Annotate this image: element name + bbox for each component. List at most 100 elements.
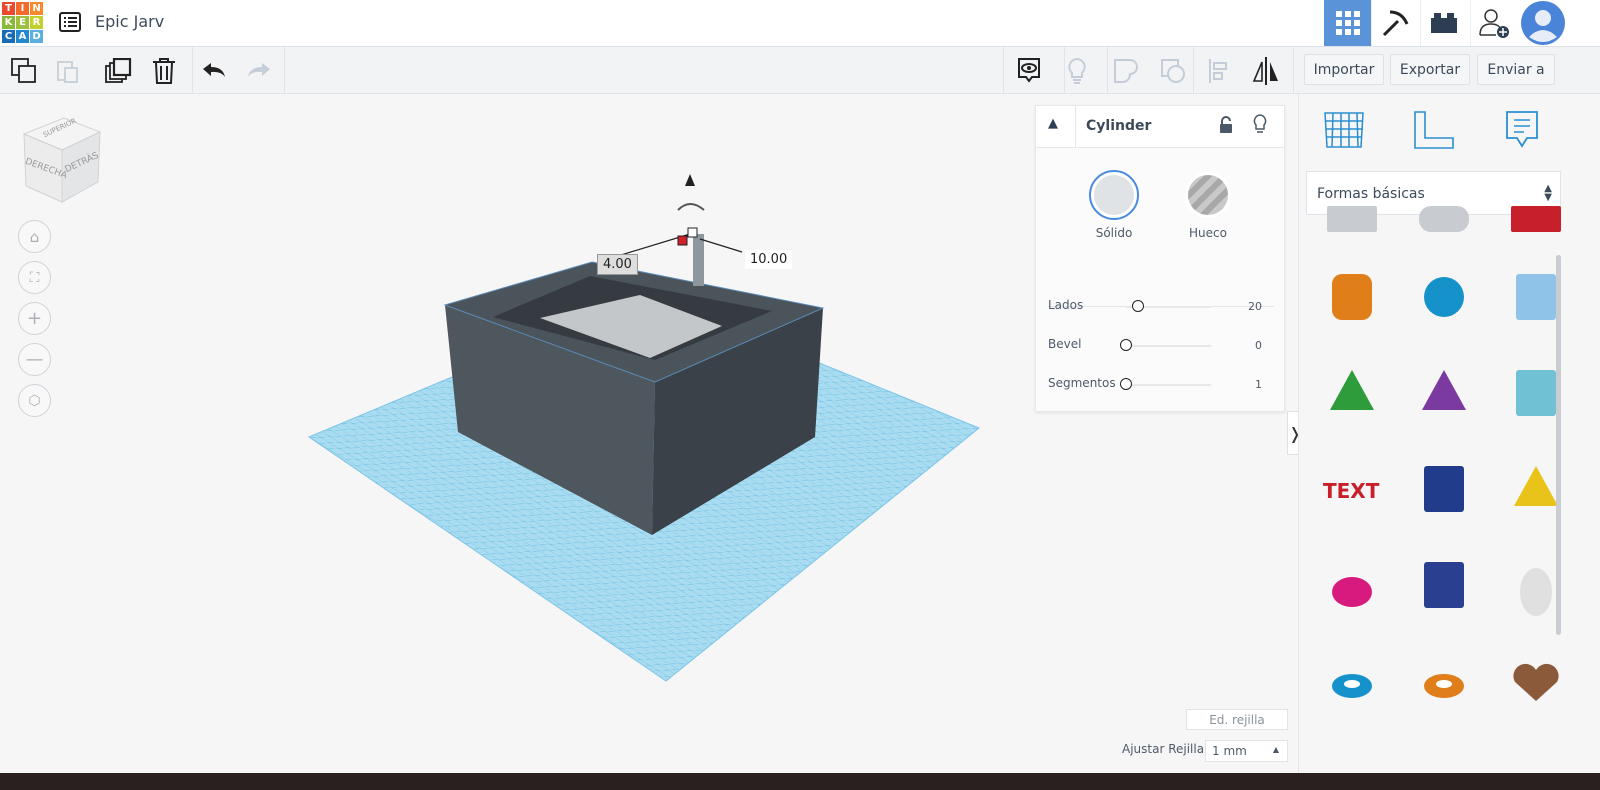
duplicate-icon <box>105 58 132 83</box>
handle-red[interactable] <box>677 235 688 246</box>
cylinder-object[interactable] <box>693 234 704 286</box>
shape-inspector: ▲ Cylinder Sólido Hueco Lados 20 Bevel 0 S… <box>1035 105 1285 412</box>
handle-white[interactable] <box>687 227 698 238</box>
shape-torus[interactable] <box>1317 646 1387 716</box>
redo-button[interactable] <box>243 55 275 87</box>
prop-label-lados: Lados <box>1048 298 1084 312</box>
zoom-in-button[interactable]: + <box>18 302 51 335</box>
hole-button[interactable] <box>1185 172 1231 218</box>
pickaxe-icon <box>1382 10 1409 37</box>
zoom-out-button[interactable]: — <box>18 343 51 376</box>
redo-icon <box>248 63 270 77</box>
hole-label: Hueco <box>1189 226 1227 240</box>
lock-icon[interactable] <box>1219 116 1233 134</box>
mirror-button[interactable] <box>1250 55 1282 87</box>
logo-letter: K <box>2 16 15 29</box>
shape-half-sphere[interactable] <box>1317 550 1387 620</box>
zoom-in-icon: + <box>26 308 43 329</box>
export-button[interactable]: Exportar <box>1390 54 1470 85</box>
project-title[interactable]: Epic Jarv <box>95 12 164 31</box>
slider-knob[interactable] <box>1120 339 1132 351</box>
shapes-panel: Formas básicas ▲ ▼ TEXT <box>1298 94 1600 774</box>
brick-icon <box>1431 13 1457 33</box>
import-button[interactable]: Importar <box>1304 54 1384 85</box>
delete-button[interactable] <box>148 55 180 87</box>
height-arrow-handle[interactable] <box>685 174 695 186</box>
dimension-label-left[interactable]: 4.00 <box>597 254 638 275</box>
mirror-icon <box>1252 57 1278 85</box>
dimension-label-right[interactable]: 10.00 <box>745 250 793 269</box>
perspective-button[interactable]: ⬡ <box>18 384 51 417</box>
prop-slider-segmentos[interactable] <box>1126 384 1211 386</box>
invite-button[interactable] <box>1470 0 1517 46</box>
inspector-title: Cylinder <box>1086 118 1152 134</box>
paste-icon <box>57 61 78 83</box>
logo-letter: A <box>16 30 29 43</box>
shapes-scrollbar[interactable] <box>1556 255 1561 635</box>
slider-knob[interactable] <box>1120 378 1132 390</box>
lightbulb-icon[interactable] <box>1253 114 1267 136</box>
logo-letter: N <box>30 2 43 15</box>
shape-sphere[interactable] <box>1409 262 1479 332</box>
ruler-icon[interactable] <box>1413 110 1455 150</box>
light-button[interactable] <box>1061 55 1093 87</box>
profile-avatar[interactable] <box>1519 0 1566 46</box>
avatar-icon <box>1520 1 1565 45</box>
shape-heart[interactable] <box>1501 646 1571 716</box>
3d-design-button[interactable] <box>1324 0 1371 46</box>
collapse-inspector-icon[interactable]: ▲ <box>1048 116 1058 131</box>
group-icon <box>1114 59 1138 83</box>
notes-eye-icon <box>1018 58 1040 83</box>
undo-button[interactable] <box>198 55 230 87</box>
prop-label-bevel: Bevel <box>1048 337 1082 351</box>
logo-letter: E <box>16 16 29 29</box>
copy-button[interactable] <box>8 55 40 87</box>
logo-letter: D <box>30 30 43 43</box>
taskbar-strip <box>0 773 1600 790</box>
notes-visibility-button[interactable] <box>1013 55 1045 87</box>
send-to-button[interactable]: Enviar a <box>1477 54 1555 85</box>
shape-roof[interactable] <box>1317 358 1387 428</box>
lego-button[interactable] <box>1420 0 1467 46</box>
solid-button[interactable] <box>1089 170 1139 220</box>
notes-icon[interactable] <box>1505 110 1539 150</box>
perspective-icon: ⬡ <box>28 392 41 409</box>
zoom-out-icon: — <box>25 349 44 370</box>
group-button[interactable] <box>1110 55 1142 87</box>
top-bar: TIN KER CAD Epic Jarv <box>0 0 1600 47</box>
align-button[interactable] <box>1203 55 1235 87</box>
rotate-handle[interactable] <box>677 203 705 211</box>
align-icon <box>1209 59 1227 83</box>
lightbulb-icon <box>1068 57 1086 84</box>
copy-icon <box>11 58 36 83</box>
home-view-button[interactable]: ⌂ <box>18 220 51 253</box>
shape-cylinder[interactable] <box>1317 262 1387 332</box>
prop-slider-bevel[interactable] <box>1126 345 1211 347</box>
shape-cone[interactable] <box>1409 358 1479 428</box>
shape-polygon[interactable] <box>1409 550 1479 620</box>
workplane-icon[interactable] <box>1323 110 1365 150</box>
fit-view-button[interactable]: ⛶ <box>18 261 51 294</box>
tinkercad-logo[interactable]: TIN KER CAD <box>2 2 43 43</box>
shape-text[interactable]: TEXT <box>1317 454 1387 524</box>
fit-icon: ⛶ <box>29 269 40 286</box>
edit-grid-button[interactable]: Ed. rejilla <box>1186 709 1288 730</box>
view-cube[interactable]: SUPERIOR DERECHA DETRÁS <box>22 114 104 204</box>
design-list-icon[interactable] <box>59 12 81 36</box>
prop-value-segmentos[interactable]: 1 <box>1255 378 1262 391</box>
logo-letter: C <box>2 30 15 43</box>
duplicate-button[interactable] <box>102 55 134 87</box>
minecraft-button[interactable] <box>1371 0 1418 46</box>
prop-value-bevel[interactable]: 0 <box>1255 339 1262 352</box>
paste-button[interactable] <box>52 55 84 87</box>
home-icon: ⌂ <box>29 227 40 246</box>
trash-icon <box>153 58 175 84</box>
shape-wedge[interactable] <box>1409 454 1479 524</box>
shape-tube[interactable] <box>1409 646 1479 716</box>
ungroup-button[interactable] <box>1157 55 1189 87</box>
snap-grid-select[interactable]: 1 mm ▲ <box>1205 740 1288 762</box>
caret-up-icon: ▲ <box>1272 745 1279 754</box>
slider-knob[interactable] <box>1132 300 1145 312</box>
logo-letter: I <box>16 2 29 15</box>
prop-value-lados[interactable]: 20 <box>1248 300 1262 313</box>
